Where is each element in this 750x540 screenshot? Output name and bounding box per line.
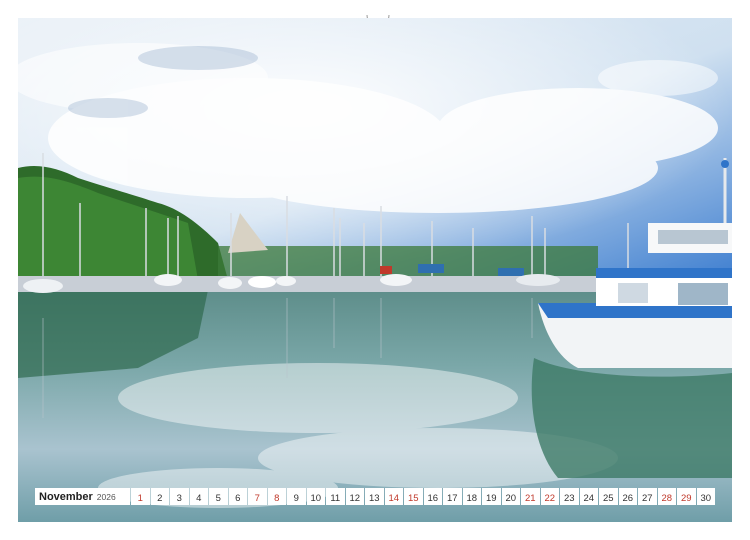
- calendar-day: 13: [365, 488, 384, 505]
- calendar-day: 25: [599, 488, 618, 505]
- calendar-day: 6: [228, 488, 247, 505]
- day-number: 18: [466, 492, 478, 504]
- day-number: 8: [274, 492, 280, 504]
- calendar-day: 19: [482, 488, 501, 505]
- day-number: 4: [196, 492, 202, 504]
- day-number: 1: [137, 492, 143, 504]
- calendar-day: 12: [345, 488, 364, 505]
- month-label: November 2026: [35, 488, 130, 505]
- calendar-day: 18: [462, 488, 481, 505]
- day-number: 22: [544, 492, 556, 504]
- calendar-day: 15: [404, 488, 423, 505]
- day-number: 11: [330, 492, 341, 504]
- far-shore: [218, 246, 598, 276]
- calendar-day: 5: [209, 488, 228, 505]
- calendar-day: 16: [423, 488, 442, 505]
- day-number: 13: [368, 492, 380, 504]
- calendar-day: 3: [170, 488, 189, 505]
- calendar-day: 7: [248, 488, 267, 505]
- calendar-day: 9: [287, 488, 306, 505]
- day-number: 24: [583, 492, 595, 504]
- day-number: 12: [349, 492, 361, 504]
- day-number: 9: [293, 492, 299, 504]
- day-number: 26: [622, 492, 634, 504]
- calendar-day: 30: [696, 488, 715, 505]
- month-year: 2026: [96, 491, 116, 502]
- calendar-day: 28: [657, 488, 676, 505]
- calendar-day: 4: [189, 488, 208, 505]
- day-number: 21: [524, 492, 536, 504]
- calendar-day: 8: [267, 488, 286, 505]
- day-number: 17: [446, 492, 458, 504]
- day-number: 10: [310, 492, 322, 504]
- calendar-day: 20: [501, 488, 520, 505]
- calendar-day: 22: [540, 488, 559, 505]
- day-number: 28: [661, 492, 673, 504]
- calendar-day: 2: [150, 488, 169, 505]
- month-name: November: [39, 490, 93, 503]
- calendar-day: 27: [638, 488, 657, 505]
- calendar-day: 26: [618, 488, 637, 505]
- day-number: 5: [215, 492, 221, 504]
- day-number: 16: [427, 492, 439, 504]
- calendar-day: 11: [326, 488, 345, 505]
- day-number: 6: [235, 492, 241, 504]
- calendar-day: 21: [521, 488, 540, 505]
- harbor-photo: [18, 18, 732, 522]
- day-number: 25: [602, 492, 614, 504]
- calendar-day: 29: [677, 488, 696, 505]
- calendar-day: 1: [131, 488, 150, 505]
- day-number: 7: [254, 492, 260, 504]
- calendar-day: 23: [560, 488, 579, 505]
- day-number: 3: [176, 492, 182, 504]
- day-number: 23: [563, 492, 575, 504]
- day-number: 14: [388, 492, 400, 504]
- calendar-date-strip: November 2026 1 2 3 4 5 6 7 8 9 10 11 12 13 14 15 16 17 1…: [35, 488, 716, 505]
- day-number: 19: [485, 492, 497, 504]
- day-number: 27: [641, 492, 653, 504]
- day-number: 20: [505, 492, 517, 504]
- harbor-scene: [18, 18, 732, 522]
- day-number: 30: [700, 492, 712, 504]
- calendar-day: 14: [384, 488, 403, 505]
- day-number: 15: [407, 492, 419, 504]
- calendar-day: 17: [443, 488, 462, 505]
- calendar-day: 10: [306, 488, 325, 505]
- calendar-day: 24: [579, 488, 598, 505]
- day-number: 29: [680, 492, 692, 504]
- day-number: 2: [157, 492, 163, 504]
- ship-reflection: [531, 358, 732, 478]
